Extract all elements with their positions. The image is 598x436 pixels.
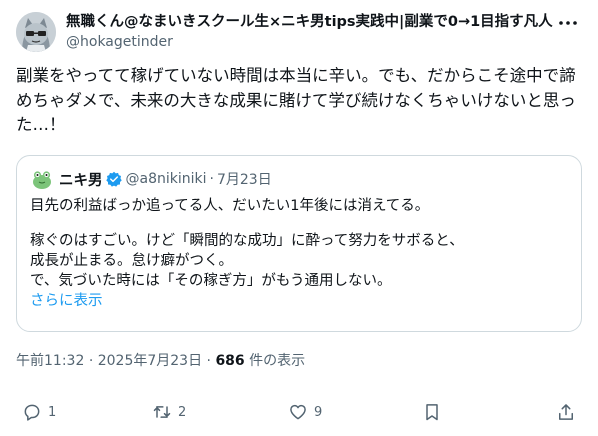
- post-time[interactable]: 午前11:32: [16, 353, 84, 369]
- quoted-text-line: で、気づいた時には「その稼ぎ方」がもう通用しない。: [30, 273, 392, 289]
- share-button[interactable]: [556, 400, 576, 424]
- quoted-author-avatar[interactable]: [30, 167, 54, 191]
- bookmark-button[interactable]: [422, 400, 442, 424]
- repost-button[interactable]: 2: [152, 400, 186, 424]
- post-metadata: 午前11:32 · 2025年7月23日 · 686 件の表示: [16, 350, 305, 370]
- share-icon: [559, 404, 573, 420]
- view-count: 686: [215, 353, 245, 369]
- heart-icon: [290, 404, 306, 420]
- separator-dot: ·: [209, 171, 214, 187]
- quoted-post-header: ニキ男 @a8nikiniki · 7月23日: [30, 167, 272, 191]
- view-count-label: 件の表示: [244, 353, 306, 369]
- quoted-text-line: 目先の利益ばっか追ってる人、だいたい1年後には消えてる。: [30, 198, 430, 214]
- more-options-icon[interactable]: [558, 15, 578, 29]
- author-display-name[interactable]: 無職くん@なまいきスクール生×ニキ男tips実践中|副業で0→1目指す凡人: [66, 13, 556, 32]
- reply-count: 1: [48, 404, 57, 420]
- quoted-text-line: 成長が止まる。怠け癖がつく。: [30, 253, 233, 269]
- quoted-post[interactable]: ニキ男 @a8nikiniki · 7月23日 目先の利益ばっか追ってる人、だい…: [16, 155, 582, 332]
- quoted-post-text: 目先の利益ばっか追ってる人、だいたい1年後には消えてる。 稼ぐのはすごい。けど「…: [30, 196, 570, 311]
- quoted-post-date[interactable]: 7月23日: [217, 169, 272, 189]
- author-handle[interactable]: @hokagetinder: [66, 33, 556, 52]
- repost-icon: [153, 406, 171, 418]
- post-date[interactable]: 2025年7月23日: [98, 353, 202, 369]
- separator-dot: ·: [88, 353, 94, 369]
- verified-badge-icon: [105, 171, 122, 187]
- like-button[interactable]: 9: [288, 400, 322, 424]
- post-text: 副業をやってて稼げていない時間は本当に辛い。でも、だからこそ途中で諦めちゃダメで…: [16, 66, 576, 134]
- like-count: 9: [314, 404, 323, 420]
- author-avatar[interactable]: [16, 12, 56, 52]
- post-header: 無職くん@なまいきスクール生×ニキ男tips実践中|副業で0→1目指す凡人 @h…: [16, 12, 582, 54]
- reply-button[interactable]: 1: [22, 400, 56, 424]
- action-bar: 1 2 9: [16, 400, 582, 424]
- quoted-text-line: 稼ぐのはすごい。けど「瞬間的な成功」に酔って努力をサボると、: [30, 233, 464, 249]
- quoted-author-handle: @a8nikiniki: [125, 171, 207, 187]
- reply-icon: [24, 404, 40, 421]
- bookmark-icon: [426, 404, 438, 421]
- separator-dot: ·: [206, 353, 211, 369]
- show-more-link[interactable]: さらに表示: [30, 291, 570, 311]
- author-names: 無職くん@なまいきスクール生×ニキ男tips実践中|副業で0→1目指す凡人 @h…: [66, 13, 556, 52]
- repost-count: 2: [178, 404, 187, 420]
- quoted-author-display-name[interactable]: ニキ男: [59, 169, 103, 190]
